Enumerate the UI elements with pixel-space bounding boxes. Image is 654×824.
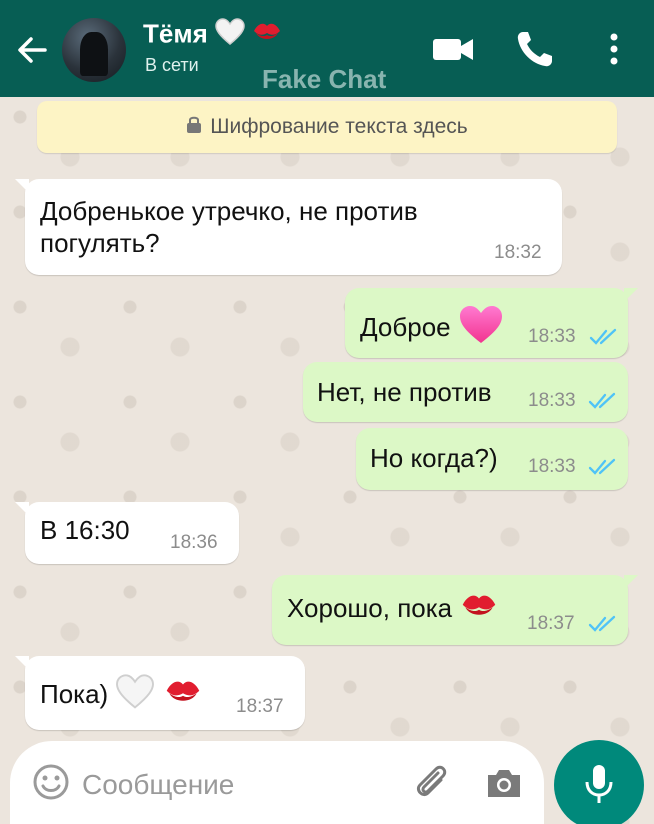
mic-icon — [585, 765, 613, 803]
encryption-notice-text: Шифрование текста здесь — [210, 115, 468, 138]
message-time: 18:33 — [528, 326, 576, 347]
message-text: Пока) — [40, 674, 203, 718]
message-input[interactable]: Сообщение — [82, 769, 234, 801]
message-text: погулять? — [40, 228, 160, 258]
read-ticks-icon — [588, 458, 616, 475]
chat-header: Тёмя В сети Fake Chat — [0, 0, 654, 97]
message-time: 18:33 — [528, 456, 576, 477]
message-time: 18:36 — [170, 532, 218, 553]
message-text: Нет, не против — [317, 377, 492, 407]
encryption-notice[interactable]: Шифрование текста здесь — [37, 101, 617, 153]
message-outgoing[interactable]: Нет, не против 18:33 — [303, 362, 628, 422]
message-incoming[interactable]: В 16:30 18:36 — [15, 502, 239, 564]
more-vert-icon[interactable] — [594, 26, 640, 72]
message-text-content: Пока) — [40, 678, 109, 709]
message-time: 18:32 — [494, 242, 542, 263]
read-ticks-icon — [588, 615, 616, 632]
message-composer[interactable]: Сообщение — [10, 741, 544, 824]
message-text: Но когда?) — [370, 443, 498, 473]
kiss-mark-icon — [252, 20, 282, 51]
back-arrow-icon[interactable] — [12, 30, 52, 70]
camera-icon[interactable] — [484, 765, 524, 801]
read-ticks-icon — [588, 392, 616, 409]
message-outgoing[interactable]: Но когда?) 18:33 — [356, 428, 628, 490]
message-text: Хорошо, пока — [287, 591, 499, 629]
white-heart-icon — [215, 18, 245, 53]
contact-status: В сети — [145, 55, 199, 75]
white-heart-icon — [115, 674, 155, 718]
contact-name[interactable]: Тёмя — [143, 18, 282, 53]
message-outgoing[interactable]: Доброе 18:33 — [345, 288, 638, 358]
message-time: 18:33 — [528, 390, 576, 411]
kiss-mark-icon — [459, 591, 499, 629]
contact-name-text: Тёмя — [143, 18, 208, 49]
message-time: 18:37 — [527, 613, 575, 634]
message-text: Добренькое утречко, не против — [40, 196, 418, 226]
pink-heart-icon — [458, 305, 504, 353]
emoji-icon[interactable] — [32, 763, 70, 801]
message-incoming[interactable]: Добренькое утречко, не против погулять? … — [15, 179, 562, 275]
lock-icon — [186, 115, 202, 139]
phone-icon[interactable] — [512, 26, 558, 72]
message-text: В 16:30 — [40, 515, 130, 545]
message-text-content: Доброе — [360, 311, 451, 342]
message-text-content: Хорошо, пока — [287, 593, 453, 623]
message-outgoing[interactable]: Хорошо, пока 18:37 — [272, 575, 638, 645]
mic-button[interactable] — [554, 740, 644, 824]
avatar[interactable] — [62, 18, 126, 82]
message-time: 18:37 — [236, 696, 284, 717]
read-ticks-icon — [589, 328, 617, 345]
kiss-mark-icon — [163, 677, 203, 715]
message-incoming[interactable]: Пока) 18:37 — [15, 656, 305, 730]
attach-icon[interactable] — [412, 763, 452, 803]
video-call-icon[interactable] — [430, 26, 476, 72]
watermark: Fake Chat — [262, 64, 387, 94]
message-text: Доброе — [360, 305, 504, 353]
